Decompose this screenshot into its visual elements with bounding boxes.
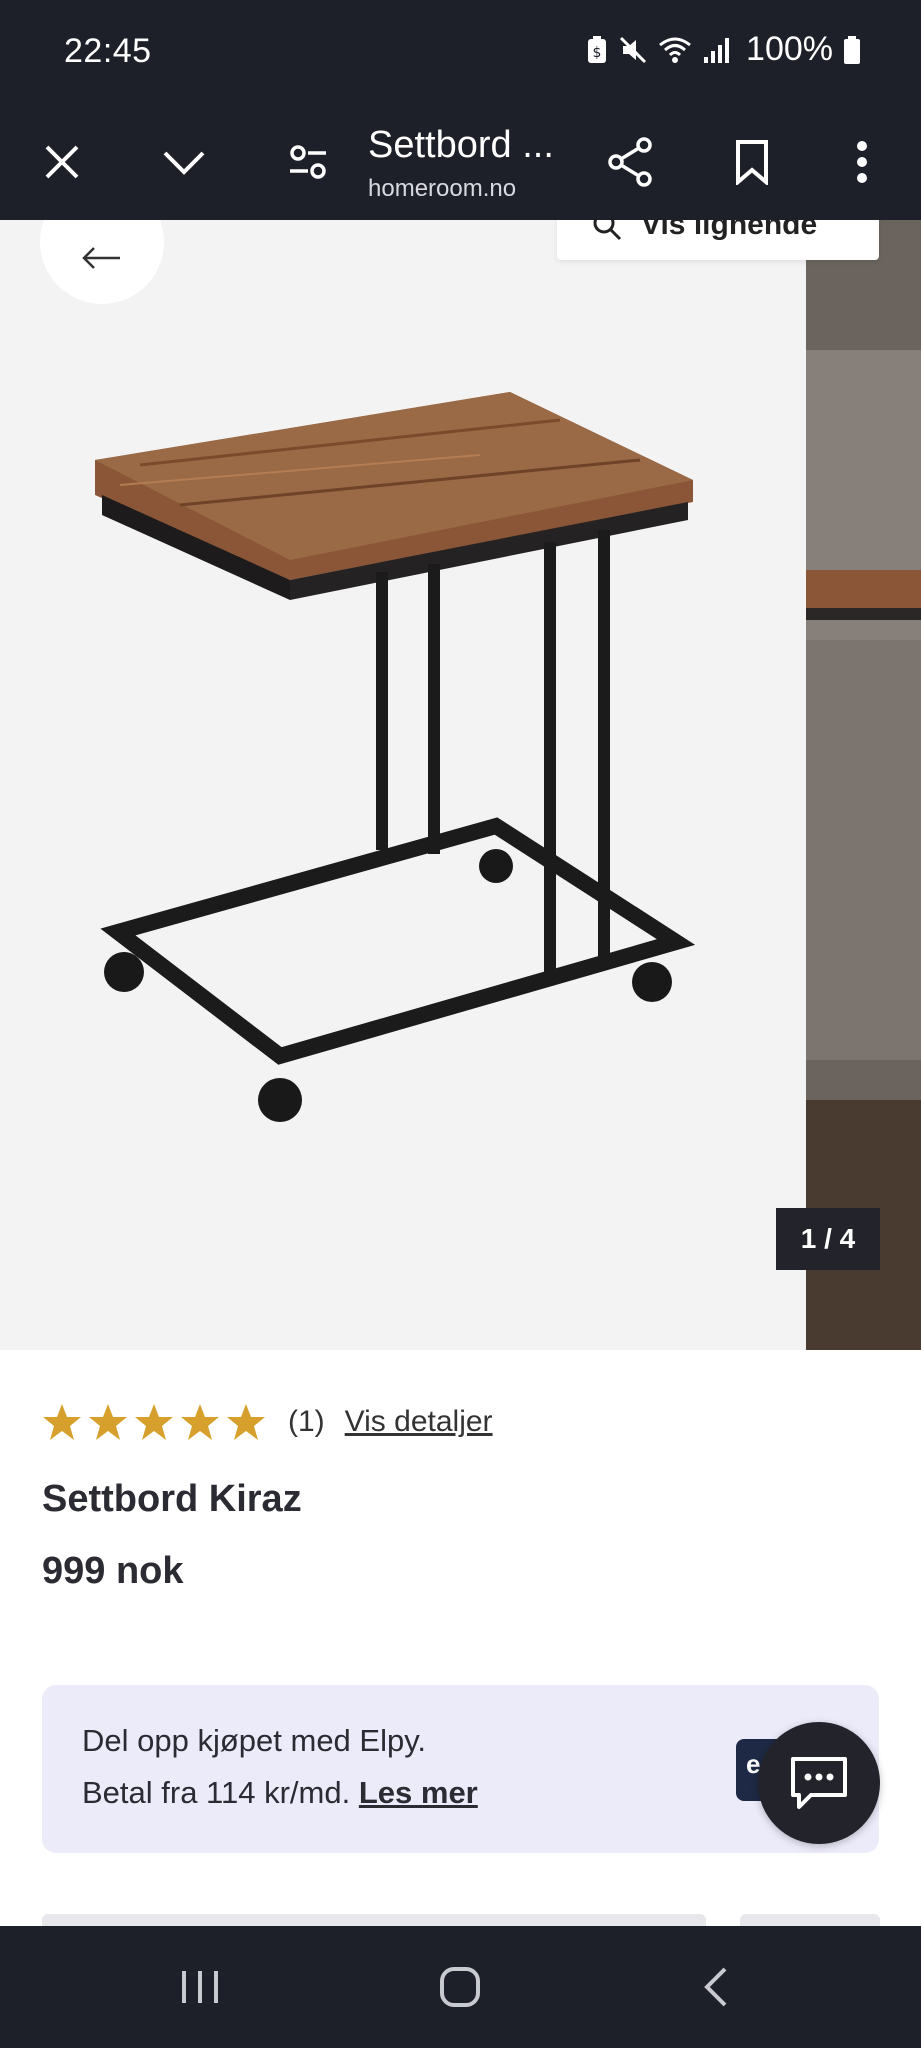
peek-card — [42, 1914, 706, 1926]
system-nav-bar — [0, 1926, 921, 2048]
mute-icon — [619, 36, 647, 63]
arrow-left-icon — [82, 247, 120, 269]
page-domain: homeroom.no — [368, 175, 517, 202]
show-similar-button[interactable]: Vis lignende — [557, 220, 879, 260]
star-icon — [89, 1404, 127, 1440]
star-icon — [135, 1404, 173, 1440]
chat-icon — [791, 1757, 847, 1809]
visual-search-icon — [593, 220, 622, 241]
elpy-banner: Del opp kjøpet med Elpy. Betal fra 114 k… — [42, 1685, 879, 1853]
close-icon — [45, 145, 79, 179]
peek-card — [740, 1914, 880, 1926]
elpy-line1: Del opp kjøpet med Elpy. — [82, 1723, 427, 1758]
recent-apps-icon — [182, 1971, 218, 2003]
status-icons: $ 100% — [586, 30, 861, 69]
home-button[interactable] — [400, 1926, 520, 2048]
back-icon — [704, 1967, 727, 2007]
battery-icon — [844, 35, 860, 64]
read-more-link[interactable]: Les mer — [359, 1775, 478, 1810]
signal-icon — [704, 37, 730, 63]
product-name: Settbord Kiraz — [42, 1478, 302, 1520]
next-image-thumbnail — [806, 220, 921, 1350]
page-title: Settbord ... — [368, 124, 554, 166]
side-table-image — [95, 392, 696, 1122]
star-rating — [42, 1402, 266, 1442]
share-button[interactable] — [590, 104, 670, 220]
share-icon — [608, 137, 652, 187]
browser-toolbar: Settbord ... homeroom.no — [0, 104, 921, 220]
star-icon — [181, 1404, 219, 1440]
chat-button[interactable] — [758, 1722, 880, 1844]
status-bar: 22:45 $ 100% — [0, 0, 921, 104]
more-options-button[interactable] — [822, 104, 902, 220]
wifi-icon — [659, 37, 691, 63]
close-tab-button[interactable] — [22, 104, 102, 220]
star-icon — [227, 1404, 265, 1440]
home-icon — [440, 1967, 480, 2007]
site-settings-button[interactable] — [268, 104, 348, 220]
product-gallery[interactable]: Vis lignende 1 / 4 — [0, 220, 921, 1350]
status-time: 22:45 — [64, 32, 152, 70]
next-section-peek — [0, 1914, 921, 1926]
show-similar-label: Vis lignende — [641, 220, 818, 241]
image-counter: 1 / 4 — [776, 1208, 880, 1270]
svg-text:$: $ — [593, 45, 602, 61]
back-button[interactable] — [656, 1926, 776, 2048]
bookmark-button[interactable] — [712, 104, 792, 220]
next-image-preview[interactable] — [806, 220, 921, 1350]
rating-count: (1) — [288, 1405, 325, 1438]
rating-row: (1) Vis detaljer — [42, 1402, 493, 1442]
view-details-link[interactable]: Vis detaljer — [345, 1405, 493, 1439]
product-price: 999 nok — [42, 1550, 184, 1592]
page-title-area[interactable]: Settbord ... homeroom.no — [368, 124, 554, 203]
more-vert-icon — [857, 141, 867, 183]
chevron-down-icon — [163, 151, 205, 175]
recent-apps-button[interactable] — [140, 1926, 260, 2048]
bookmark-icon — [736, 140, 768, 185]
battery-saver-icon: $ — [588, 35, 607, 63]
elpy-line2: Betal fra 114 kr/md. Les mer — [82, 1775, 478, 1811]
star-icon — [43, 1404, 81, 1440]
elpy-price-text: Betal fra 114 kr/md. — [82, 1775, 351, 1810]
tune-icon — [290, 145, 326, 179]
battery-percent: 100% — [746, 30, 833, 68]
minimize-button[interactable] — [144, 104, 224, 220]
product-image[interactable] — [0, 220, 806, 1350]
